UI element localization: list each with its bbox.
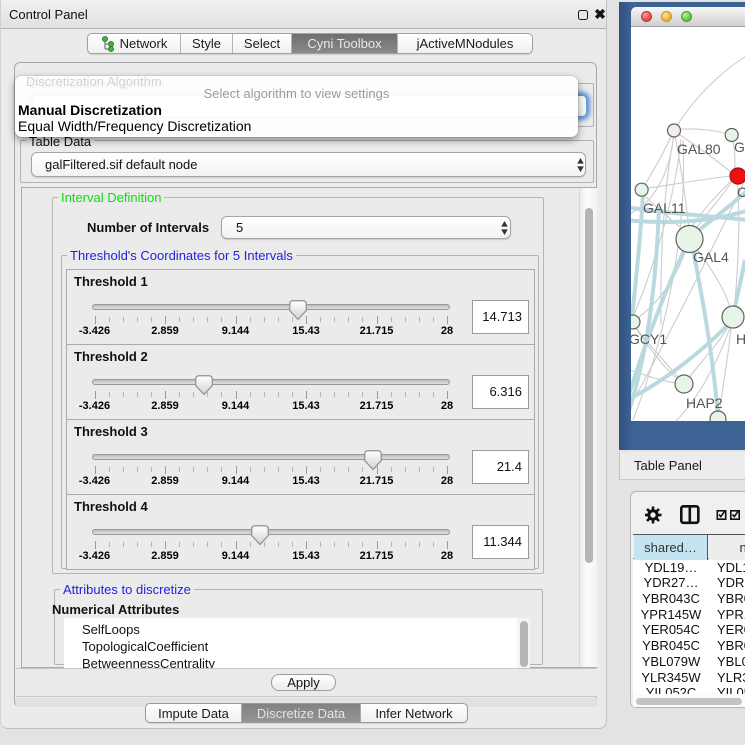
svg-text:HAP2: HAP2 [686, 395, 723, 411]
svg-text:C: C [737, 184, 745, 200]
svg-text:GAL4: GAL4 [693, 249, 729, 265]
svg-text:GCY1: GCY1 [631, 331, 667, 347]
svg-text:GA: GA [734, 139, 745, 155]
svg-text:H: H [736, 331, 745, 347]
svg-text:GAL80: GAL80 [677, 141, 721, 157]
svg-text:GAL11: GAL11 [643, 200, 686, 216]
